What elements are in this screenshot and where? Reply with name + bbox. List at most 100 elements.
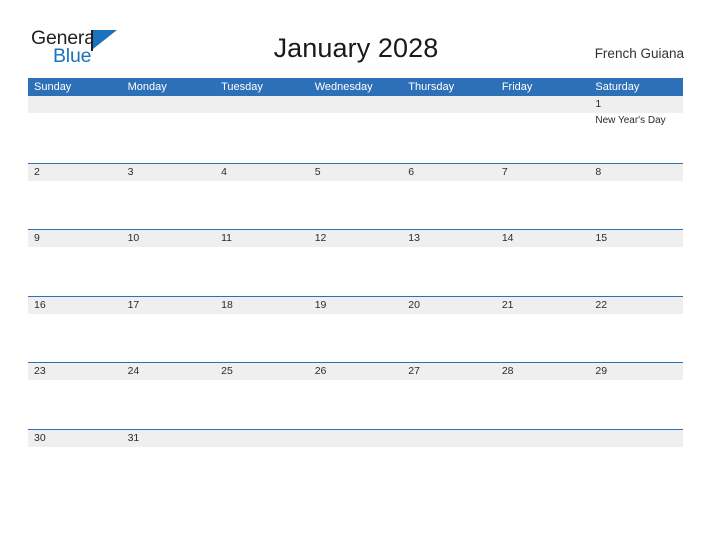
day-cell-empty — [309, 430, 403, 471]
day-number: 29 — [595, 365, 608, 377]
day-cell-empty — [28, 96, 122, 163]
day-number — [502, 96, 590, 113]
day-number: 19 — [314, 298, 327, 311]
calendar-page: General Blue January 2028 French Guiana … — [0, 0, 712, 550]
day-number: 18 — [221, 298, 233, 311]
day-number — [408, 96, 496, 113]
calendar-week-row: 2 3 4 5 6 7 8 — [28, 162, 683, 230]
region-label: French Guiana — [594, 46, 684, 61]
weekday-header-sunday: Sunday — [34, 81, 72, 93]
day-number: 11 — [221, 232, 233, 244]
day-number: 4 — [221, 165, 227, 178]
day-cell-1[interactable]: 1 New Year's Day — [589, 96, 683, 163]
day-number: 5 — [314, 165, 321, 178]
day-cell-9[interactable]: 9 — [28, 230, 122, 296]
day-cell-3[interactable]: 3 — [122, 164, 216, 230]
day-number: 13 — [408, 232, 420, 244]
weekday-header-wednesday: Wednesday — [314, 81, 373, 93]
week-day-cells: 23 24 25 26 27 28 29 — [28, 363, 683, 429]
week-day-cells: 1 New Year's Day — [28, 96, 683, 163]
holiday-event-label: New Year's Day — [595, 115, 666, 126]
day-cell-8[interactable]: 8 — [589, 164, 683, 230]
calendar-weeks: 1 New Year's Day 2 3 4 5 6 7 8 9 10 11 12 13 14 15 16 17 1… — [28, 96, 683, 471]
day-cell-empty — [402, 96, 496, 163]
day-cell-16[interactable]: 16 — [28, 297, 122, 363]
day-cell-10[interactable]: 10 — [122, 230, 216, 296]
day-number — [502, 430, 590, 447]
day-number: 15 — [595, 232, 608, 244]
day-cell-empty — [215, 96, 309, 163]
day-cell-4[interactable]: 4 — [215, 164, 309, 230]
day-number: 14 — [501, 232, 514, 244]
day-number: 3 — [127, 165, 134, 178]
day-number — [408, 430, 496, 447]
day-number: 24 — [127, 365, 140, 377]
week-day-cells: 30 31 — [28, 430, 683, 471]
day-number: 10 — [127, 232, 140, 244]
day-cell-12[interactable]: 12 — [309, 230, 403, 296]
day-cell-29[interactable]: 29 — [589, 363, 683, 429]
day-cell-30[interactable]: 30 — [28, 430, 122, 471]
week-day-cells: 9 10 11 12 13 14 15 — [28, 230, 683, 296]
day-cell-20[interactable]: 20 — [402, 297, 496, 363]
day-number: 2 — [34, 165, 40, 178]
day-number: 25 — [221, 365, 233, 377]
day-cell-28[interactable]: 28 — [496, 363, 590, 429]
day-number: 21 — [501, 298, 514, 311]
calendar-week-row: 23 24 25 26 27 28 29 — [28, 362, 683, 429]
day-cell-22[interactable]: 22 — [589, 297, 683, 363]
weekday-header-friday: Friday — [501, 81, 533, 93]
day-number — [128, 96, 216, 113]
day-number: 30 — [34, 431, 46, 444]
day-number: 20 — [408, 298, 420, 311]
weekday-header-tuesday: Tuesday — [221, 81, 263, 93]
day-cell-31[interactable]: 31 — [122, 430, 216, 471]
day-cell-27[interactable]: 27 — [402, 363, 496, 429]
week-day-cells: 2 3 4 5 6 7 8 — [28, 164, 683, 230]
day-events: New Year's Day — [595, 113, 683, 127]
day-cell-15[interactable]: 15 — [589, 230, 683, 296]
day-number — [34, 96, 122, 113]
day-number: 7 — [501, 165, 508, 178]
day-cell-empty — [309, 96, 403, 163]
day-number: 12 — [314, 232, 327, 244]
day-cell-21[interactable]: 21 — [496, 297, 590, 363]
day-cell-empty — [402, 430, 496, 471]
calendar-week-row: 30 31 — [28, 428, 683, 471]
day-number: 16 — [34, 298, 46, 311]
day-cell-14[interactable]: 14 — [496, 230, 590, 296]
day-cell-26[interactable]: 26 — [309, 363, 403, 429]
day-cell-17[interactable]: 17 — [122, 297, 216, 363]
calendar-grid: Sunday Monday Tuesday Wednesday Thursday Frid… — [28, 78, 683, 471]
day-number: 26 — [314, 365, 327, 377]
weekday-header-row: Sunday Monday Tuesday Wednesday Thursday Frid… — [28, 78, 683, 96]
day-number: 27 — [408, 365, 420, 377]
weekday-header-saturday: Saturday — [595, 81, 640, 93]
day-number: 9 — [34, 232, 40, 244]
day-number: 1 — [595, 98, 602, 110]
page-header: General Blue January 2028 French Guiana — [0, 0, 712, 76]
day-number — [315, 430, 403, 447]
day-cell-6[interactable]: 6 — [402, 164, 496, 230]
day-cell-5[interactable]: 5 — [309, 164, 403, 230]
day-number — [315, 96, 403, 113]
day-cell-25[interactable]: 25 — [215, 363, 309, 429]
day-number — [221, 430, 309, 447]
day-cell-13[interactable]: 13 — [402, 230, 496, 296]
day-cell-19[interactable]: 19 — [309, 297, 403, 363]
day-number — [221, 96, 309, 113]
weekday-header-thursday: Thursday — [408, 81, 455, 93]
day-cell-11[interactable]: 11 — [215, 230, 309, 296]
day-cell-23[interactable]: 23 — [28, 363, 122, 429]
day-cell-7[interactable]: 7 — [496, 164, 590, 230]
day-cell-empty — [496, 96, 590, 163]
day-cell-18[interactable]: 18 — [215, 297, 309, 363]
day-cell-2[interactable]: 2 — [28, 164, 122, 230]
day-cell-empty — [122, 96, 216, 163]
day-cell-empty — [589, 430, 683, 471]
day-cell-24[interactable]: 24 — [122, 363, 216, 429]
week-day-cells: 16 17 18 19 20 21 22 — [28, 297, 683, 363]
calendar-week-row: 16 17 18 19 20 21 22 — [28, 295, 683, 363]
day-cell-empty — [496, 430, 590, 471]
day-number — [595, 430, 683, 447]
